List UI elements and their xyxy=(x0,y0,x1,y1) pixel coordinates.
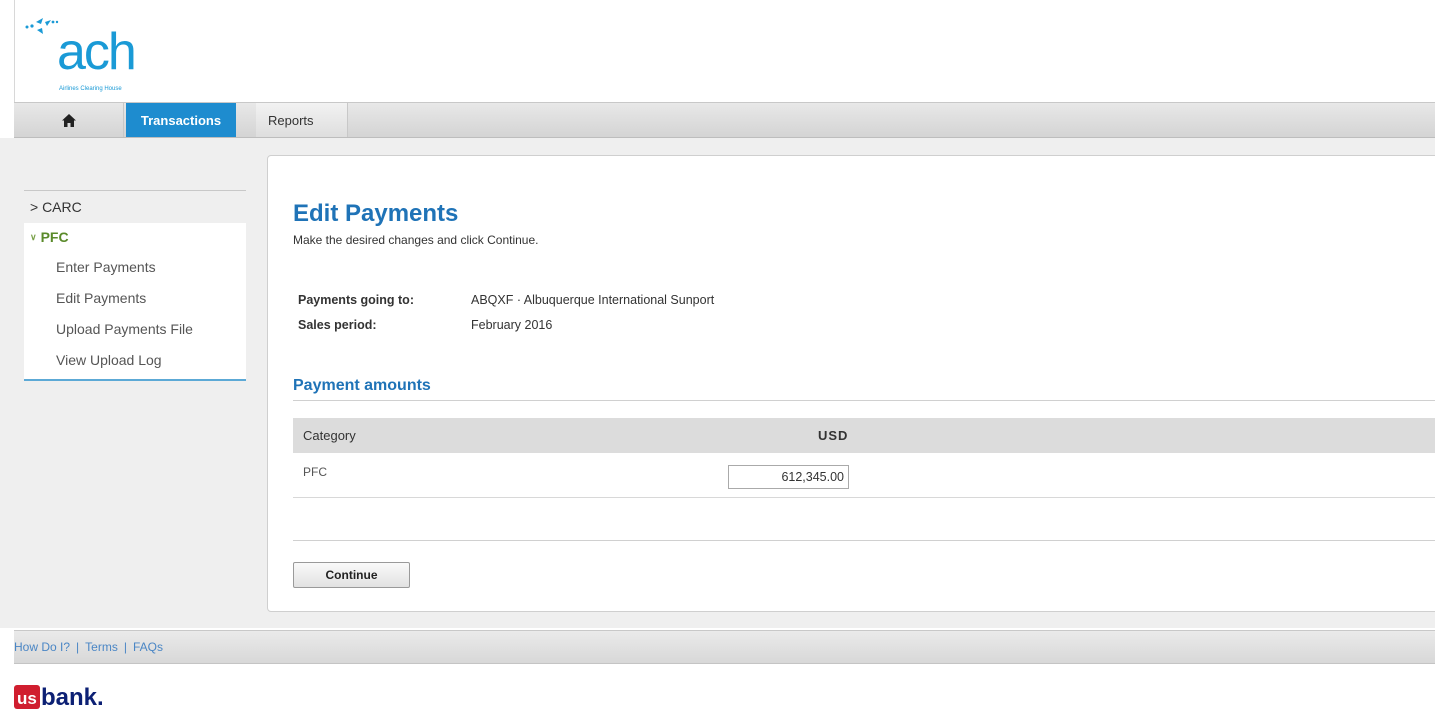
header: ach Airlines Clearing House xyxy=(0,0,1435,102)
sales-period-value: February 2016 xyxy=(471,318,553,332)
home-icon xyxy=(61,113,76,127)
chevron-down-icon: ∨ xyxy=(30,231,37,242)
column-header-usd: USD xyxy=(818,428,849,443)
main-nav: Transactions Reports xyxy=(14,102,1435,138)
usbank-logo: us bank. xyxy=(14,684,104,711)
sidebar-item-enter-payments[interactable]: Enter Payments xyxy=(24,251,246,282)
table-row: PFC xyxy=(293,453,1435,498)
main-panel: Edit Payments Make the desired changes a… xyxy=(267,155,1435,612)
section-title-payment-amounts: Payment amounts xyxy=(293,377,1435,401)
tab-transactions[interactable]: Transactions xyxy=(126,103,236,137)
payments-going-to-value: ABQXF · Albuquerque International Sunpor… xyxy=(471,293,715,307)
sidebar-item-edit-payments[interactable]: Edit Payments xyxy=(24,282,246,313)
svg-text:us: us xyxy=(17,689,37,708)
sidebar: > CARC ∨ PFC Enter Payments Edit Payment… xyxy=(24,190,246,381)
payments-going-to-label: Payments going to: xyxy=(298,293,414,307)
row-category: PFC xyxy=(303,465,327,479)
sidebar-item-upload-payments-file[interactable]: Upload Payments File xyxy=(24,313,246,344)
payment-amounts-table: Category USD PFC xyxy=(293,418,1435,498)
ach-logo[interactable]: ach Airlines Clearing House xyxy=(14,0,1435,102)
logo-text: ach xyxy=(57,23,137,81)
logo-subtext: Airlines Clearing House xyxy=(59,86,122,92)
page-title: Edit Payments xyxy=(293,200,459,227)
sidebar-item-carc[interactable]: > CARC xyxy=(24,191,246,223)
table-header: Category USD xyxy=(293,418,1435,453)
divider xyxy=(293,540,1435,541)
footer-separator: | xyxy=(76,640,80,654)
footer-link-terms[interactable]: Terms xyxy=(85,640,118,654)
sidebar-item-pfc-label: PFC xyxy=(40,229,69,245)
sidebar-item-view-upload-log[interactable]: View Upload Log xyxy=(24,344,246,375)
sidebar-group-pfc: ∨ PFC Enter Payments Edit Payments Uploa… xyxy=(24,223,246,381)
continue-button[interactable]: Continue xyxy=(293,562,410,588)
column-header-category: Category xyxy=(303,428,356,443)
tab-reports[interactable]: Reports xyxy=(256,103,348,137)
sidebar-item-pfc[interactable]: ∨ PFC xyxy=(24,223,246,251)
page-subtitle: Make the desired changes and click Conti… xyxy=(293,233,539,247)
footer-link-faqs[interactable]: FAQs xyxy=(133,640,163,654)
footer: How Do I? | Terms | FAQs xyxy=(14,630,1435,664)
svg-text:bank.: bank. xyxy=(41,684,104,711)
usd-amount-input[interactable] xyxy=(728,465,849,489)
home-button[interactable] xyxy=(14,103,124,137)
footer-separator: | xyxy=(123,640,127,654)
sales-period-label: Sales period: xyxy=(298,318,377,332)
footer-link-how-do-i[interactable]: How Do I? xyxy=(14,640,70,654)
